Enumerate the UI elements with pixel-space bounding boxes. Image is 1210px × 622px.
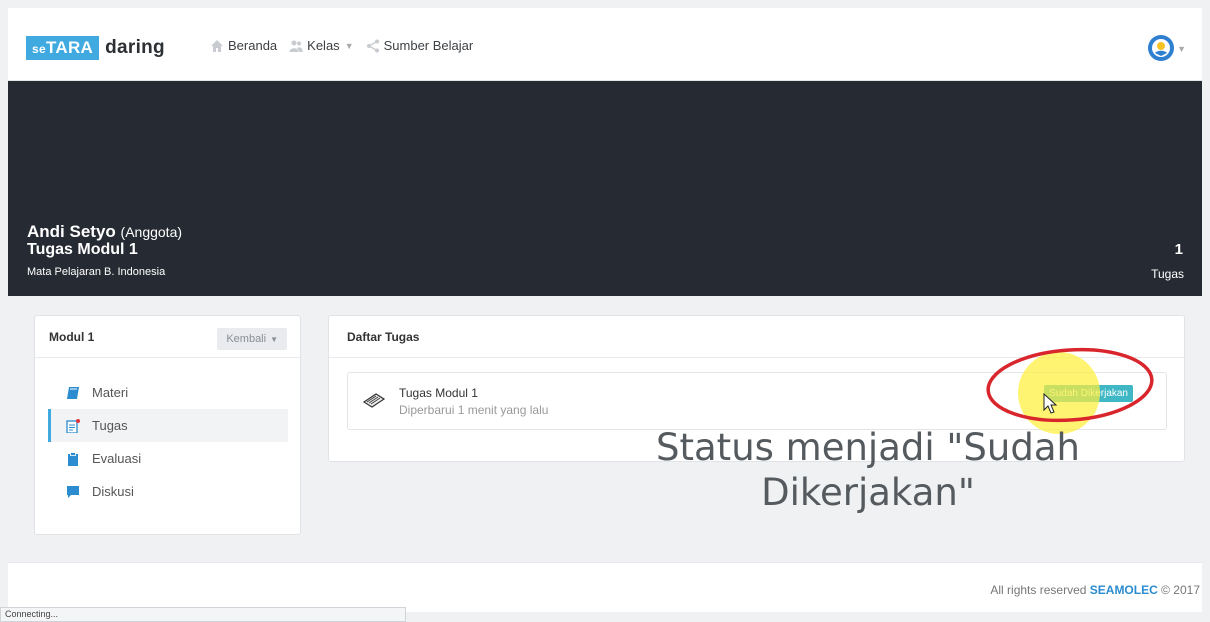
nav-beranda-label: Beranda — [228, 38, 278, 53]
cursor-highlight — [1018, 352, 1100, 434]
book-icon — [67, 386, 79, 399]
logo-badge: seTARA — [26, 36, 100, 60]
logo-main: TARA — [45, 38, 94, 57]
task-count: 1 — [1174, 241, 1183, 258]
copyright-text: All rights reserved — [990, 583, 1087, 597]
sidebar-item-evaluasi[interactable]: Evaluasi — [48, 442, 288, 475]
sidebar-item-tugas[interactable]: Tugas — [48, 409, 288, 442]
clipboard-icon — [68, 451, 78, 466]
task-count-label: Tugas — [1151, 267, 1184, 281]
task-title[interactable]: Tugas Modul 1 — [399, 386, 478, 400]
home-icon — [211, 39, 223, 52]
task-updated: Diperbarui 1 menit yang lalu — [399, 403, 549, 417]
logo-prefix: se — [32, 42, 46, 56]
user-role: (Anggota) — [120, 224, 183, 240]
chat-icon — [67, 485, 79, 498]
top-navbar: seTARA daring Beranda Kelas ▼ Sumber Bel… — [8, 8, 1202, 81]
copyright: All rights reserved SEAMOLEC © 2017 — [990, 583, 1200, 597]
user-name: Andi Setyo (Anggota) — [27, 222, 182, 242]
document-icon — [66, 418, 80, 433]
sidebar-item-label: Tugas — [92, 418, 128, 433]
user-name-text: Andi Setyo — [27, 222, 116, 241]
page-title: Tugas Modul 1 — [27, 241, 138, 258]
page-header: Andi Setyo (Anggota) Tugas Modul 1 Mata … — [8, 81, 1202, 296]
nav-kelas[interactable]: Kelas ▼ — [289, 38, 354, 53]
browser-status-bar: Connecting... — [0, 607, 406, 622]
sidebar-item-materi[interactable]: Materi — [48, 376, 288, 409]
logo-word: daring — [105, 37, 165, 58]
caption-line-1: Status menjadi "Sudah — [656, 426, 1080, 469]
sidebar-menu: Materi Tugas Evaluasi Diskusi — [48, 376, 288, 508]
sidebar-item-diskusi[interactable]: Diskusi — [48, 475, 288, 508]
sidebar-title: Modul 1 — [49, 330, 95, 344]
chevron-down-icon[interactable]: ▼ — [1177, 44, 1186, 54]
copyright-year: © 2017 — [1161, 583, 1200, 597]
share-icon — [366, 39, 379, 52]
user-logo-icon — [1152, 39, 1170, 57]
site-logo[interactable]: seTARA daring — [26, 36, 165, 60]
nav-sumber-belajar[interactable]: Sumber Belajar — [366, 38, 474, 53]
sidebar-item-label: Evaluasi — [92, 451, 142, 466]
kembali-button[interactable]: Kembali ▼ — [217, 328, 287, 350]
footer: All rights reserved SEAMOLEC © 2017 — [8, 562, 1202, 612]
users-icon — [289, 40, 303, 52]
nav-beranda[interactable]: Beranda — [210, 38, 277, 53]
main-nav: Beranda Kelas ▼ Sumber Belajar — [210, 38, 485, 53]
status-text: Connecting... — [5, 609, 59, 619]
sidebar-header: Modul 1 Kembali ▼ — [35, 316, 300, 358]
user-avatar[interactable] — [1148, 35, 1174, 61]
module-sidebar: Modul 1 Kembali ▼ Materi Tugas Evaluasi … — [34, 315, 301, 535]
chevron-down-icon: ▼ — [270, 334, 278, 344]
caption-line-2: Dikerjakan" — [761, 471, 975, 514]
nav-sumber-belajar-label: Sumber Belajar — [383, 38, 474, 53]
nav-kelas-label: Kelas — [307, 38, 340, 53]
sidebar-item-label: Materi — [92, 385, 129, 400]
sidebar-item-label: Diskusi — [92, 484, 134, 499]
annotation-caption: Status menjadi "Sudah Dikerjakan" — [598, 425, 1138, 515]
assignment-icon — [362, 393, 386, 408]
copyright-brand[interactable]: SEAMOLEC — [1090, 583, 1158, 597]
subject-label: Mata Pelajaran B. Indonesia — [27, 266, 166, 278]
kembali-label: Kembali — [226, 333, 267, 345]
chevron-down-icon: ▼ — [344, 40, 354, 51]
